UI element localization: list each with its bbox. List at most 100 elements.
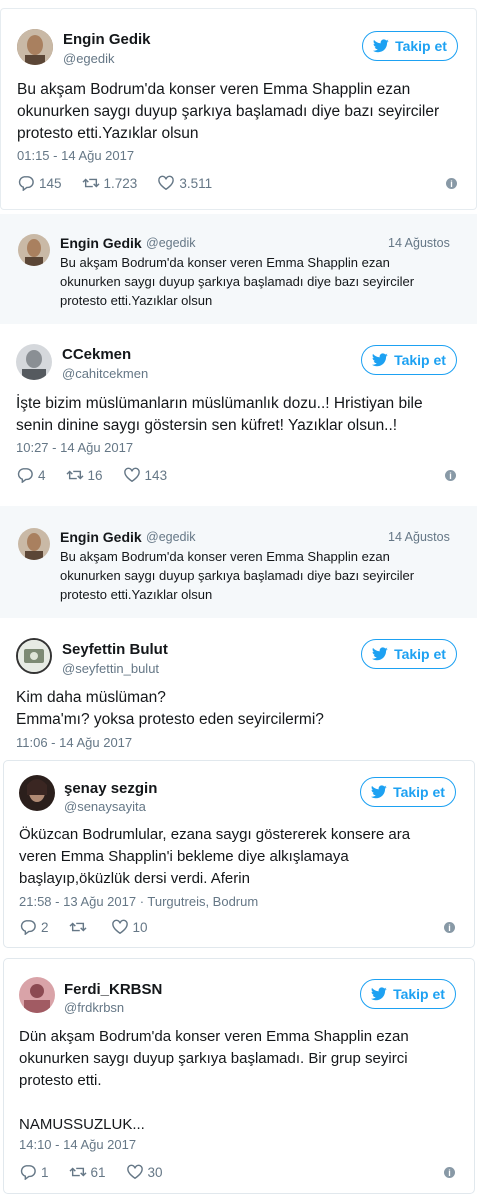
reply-icon — [20, 1165, 36, 1180]
heart-icon — [158, 175, 175, 191]
quote-text: Bu akşam Bodrum'da konser veren Emma Sha… — [60, 253, 465, 310]
tweet-text-line — [19, 1092, 464, 1114]
author-name[interactable]: CCekmen — [62, 346, 131, 363]
author-handle[interactable]: @frdkrbsn — [64, 1000, 124, 1015]
follow-button[interactable]: Takip et — [362, 31, 458, 61]
heart-icon — [126, 1164, 143, 1180]
quote-author-handle: @egedik — [146, 236, 196, 250]
tweet-actions: 2 10 — [19, 918, 168, 936]
reply-count: 1 — [41, 1164, 49, 1180]
author-name[interactable]: Engin Gedik — [63, 31, 151, 48]
tweet-text-line: İşte bizim müslümanların müslümanlık doz… — [16, 395, 423, 412]
tweet-timestamp[interactable]: 14:10 - 14 Ağu 2017 — [19, 1137, 136, 1152]
follow-button[interactable]: Takip et — [361, 345, 457, 375]
author-name[interactable]: Ferdi_KRBSN — [64, 981, 162, 998]
avatar[interactable] — [19, 775, 55, 811]
quote-author-name: Engin Gedik — [60, 529, 142, 545]
tweet-actions: 1 61 30 — [19, 1163, 183, 1181]
tweet-text: Öküzcan Bodrumlular, ezana saygı göstere… — [19, 824, 464, 890]
quote-text-line: protesto etti.Yazıklar olsun — [60, 293, 213, 308]
quote-date: 14 Ağustos — [388, 236, 450, 250]
tweet-text-line: okunurken saygı duyup şarkıya başlamadı … — [17, 103, 440, 120]
tweet-timestamp[interactable]: 10:27 - 14 Ağu 2017 — [16, 440, 133, 455]
quoted-tweet[interactable]: Engin Gedik @egedik 14 Ağustos Bu akşam … — [0, 214, 477, 324]
retweet-button[interactable]: 1.723 — [82, 175, 138, 191]
like-button[interactable]: 10 — [111, 919, 148, 935]
tweet-text-line: başlayıp,öküzlük dersi verdi. Aferin — [19, 870, 250, 887]
follow-label: Takip et — [394, 646, 446, 662]
retweet-button[interactable] — [69, 919, 91, 935]
avatar[interactable] — [18, 234, 50, 266]
follow-button[interactable]: Takip et — [360, 979, 456, 1009]
tweet-timestamp[interactable]: 01:15 - 14 Ağu 2017 — [17, 148, 134, 163]
tweet-timestamp[interactable]: 21:58 - 13 Ağu 2017 · Turgutreis, Bodrum — [19, 894, 258, 909]
avatar[interactable] — [16, 344, 52, 380]
tweet-actions: 4 16 143 — [16, 466, 187, 484]
tweet-card: Seyfettin Bulut @seyfettin_bulut Takip e… — [0, 624, 477, 760]
heart-icon — [123, 467, 140, 483]
reply-count: 2 — [41, 919, 49, 935]
reply-button[interactable]: 1 — [19, 1164, 49, 1180]
tweet-text-line: veren Emma Shapplin'i bekleme diye alkış… — [19, 848, 349, 865]
info-icon[interactable]: i — [444, 1167, 455, 1178]
retweet-button[interactable]: 61 — [69, 1164, 106, 1180]
author-handle[interactable]: @egedik — [63, 51, 115, 66]
reply-button[interactable]: 2 — [19, 919, 49, 935]
author-name[interactable]: Seyfettin Bulut — [62, 641, 168, 658]
tweet-text-line: protesto etti. — [19, 1072, 102, 1089]
twitter-bird-icon — [371, 987, 387, 1001]
quote-text-line: Bu akşam Bodrum'da konser veren Emma Sha… — [60, 255, 390, 270]
follow-label: Takip et — [393, 784, 445, 800]
tweet-text: İşte bizim müslümanların müslümanlık doz… — [16, 393, 466, 437]
twitter-bird-icon — [373, 39, 389, 53]
reply-icon — [17, 468, 33, 483]
tweet-text: Dün akşam Bodrum'da konser veren Emma Sh… — [19, 1026, 464, 1136]
retweet-button[interactable]: 16 — [66, 467, 103, 483]
like-button[interactable]: 3.511 — [157, 175, 212, 191]
tweet-card: CCekmen @cahitcekmen Takip et İşte bizim… — [0, 330, 477, 494]
like-count: 3.511 — [179, 175, 213, 191]
follow-button[interactable]: Takip et — [361, 639, 457, 669]
tweet-text-line: okunurken saygı duyup şarkıya başlamadı.… — [19, 1050, 408, 1067]
tweet-card: şenay sezgin @senaysayita Takip et Öküzc… — [3, 760, 475, 948]
follow-label: Takip et — [394, 352, 446, 368]
quote-text-line: protesto etti.Yazıklar olsun — [60, 587, 213, 602]
info-icon[interactable]: i — [446, 178, 457, 189]
reply-button[interactable]: 4 — [16, 467, 46, 483]
quoted-tweet[interactable]: Engin Gedik @egedik 14 Ağustos Bu akşam … — [0, 506, 477, 618]
retweet-count: 1.723 — [103, 175, 138, 191]
author-handle[interactable]: @senaysayita — [64, 799, 146, 814]
like-count: 30 — [147, 1164, 163, 1180]
retweet-icon — [69, 922, 87, 932]
like-button[interactable]: 143 — [123, 467, 167, 483]
avatar[interactable] — [19, 977, 55, 1013]
avatar[interactable] — [18, 528, 50, 560]
follow-label: Takip et — [395, 38, 447, 54]
quote-author-handle: @egedik — [146, 530, 196, 544]
reply-button[interactable]: 145 — [17, 175, 62, 191]
tweet-text-line: Öküzcan Bodrumlular, ezana saygı göstere… — [19, 826, 411, 843]
like-button[interactable]: 30 — [126, 1164, 163, 1180]
tweet-timestamp[interactable]: 11:06 - 14 Ağu 2017 — [16, 735, 132, 750]
twitter-bird-icon — [372, 353, 388, 367]
follow-button[interactable]: Takip et — [360, 777, 456, 807]
author-handle[interactable]: @cahitcekmen — [62, 366, 148, 381]
reply-icon — [20, 920, 36, 935]
info-icon[interactable]: i — [445, 470, 456, 481]
avatar[interactable] — [17, 29, 53, 65]
info-icon[interactable]: i — [444, 922, 455, 933]
quote-text-line: okunurken saygı duyup şarkıya başlamadı … — [60, 274, 415, 289]
like-count: 10 — [132, 919, 148, 935]
tweet-actions: 145 1.723 3.511 — [17, 174, 232, 192]
tweet-text-line: protesto etti.Yazıklar olsun — [17, 125, 199, 142]
quote-text-line: okunurken saygı duyup şarkıya başlamadı … — [60, 568, 415, 583]
quote-text: Bu akşam Bodrum'da konser veren Emma Sha… — [60, 547, 465, 604]
quote-text-line: Bu akşam Bodrum'da konser veren Emma Sha… — [60, 549, 390, 564]
author-name[interactable]: şenay sezgin — [64, 780, 157, 797]
avatar[interactable] — [16, 638, 52, 674]
tweet-text-line: Bu akşam Bodrum'da konser veren Emma Sha… — [17, 81, 411, 98]
tweet-card: Engin Gedik @egedik Takip et Bu akşam Bo… — [0, 8, 477, 210]
author-handle[interactable]: @seyfettin_bulut — [62, 661, 159, 676]
retweet-icon — [82, 178, 100, 188]
tweet-text: Kim daha müslüman? Emma'mı? yoksa protes… — [16, 687, 466, 731]
